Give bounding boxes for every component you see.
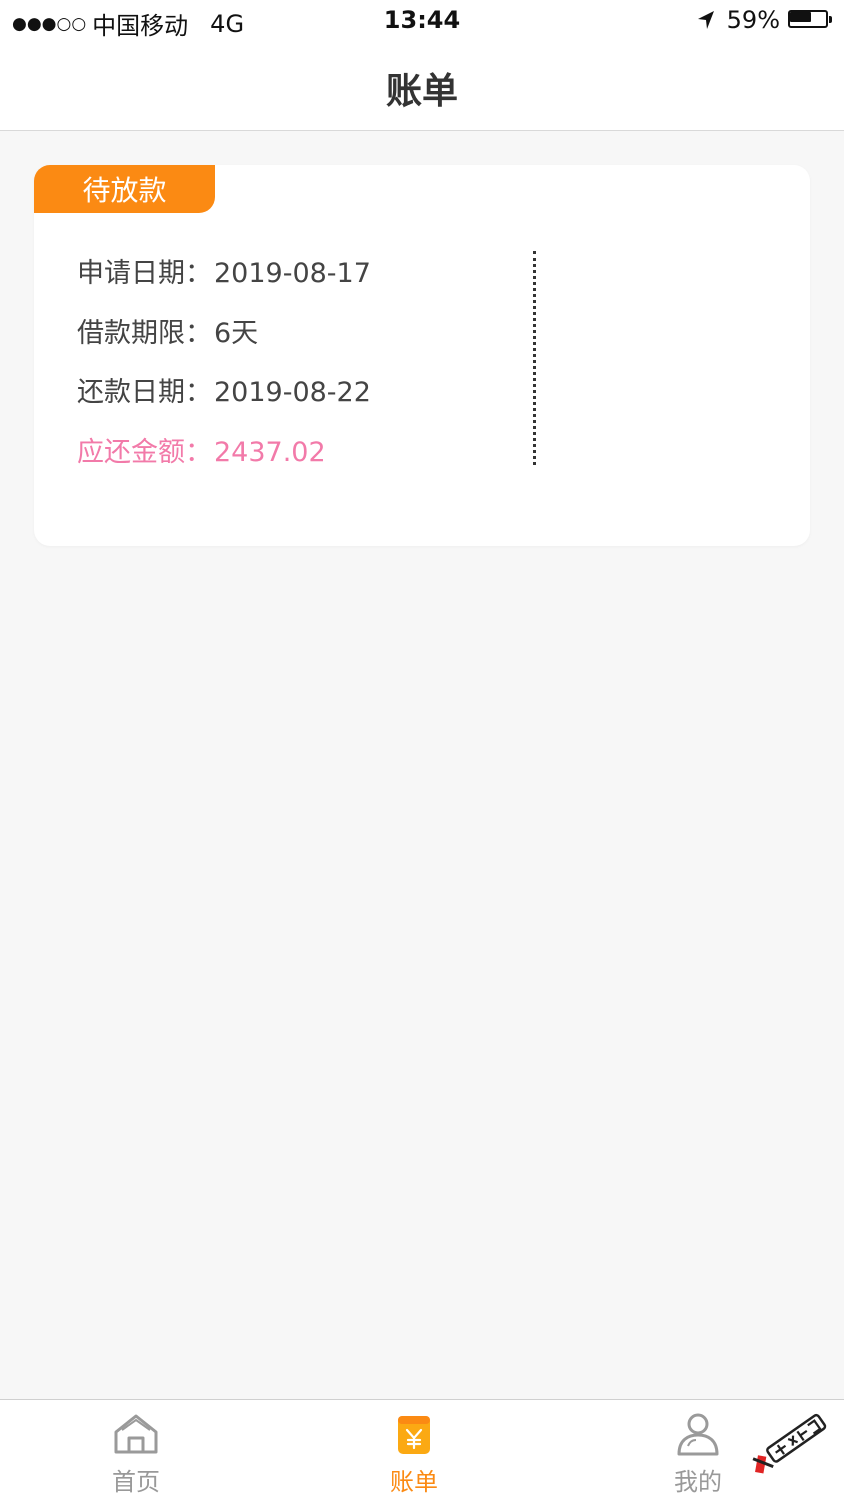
battery-percent: 59% (726, 6, 780, 34)
apply-date-value: 2019-08-17 (214, 258, 371, 289)
due-date-label: 还款日期： (77, 377, 212, 408)
due-date-value: 2019-08-22 (214, 377, 371, 408)
status-badge: 待放款 (34, 165, 215, 213)
tab-bar: 首页 账单 我的 (0, 1399, 844, 1501)
tab-home[interactable]: 首页 (56, 1400, 216, 1501)
navigation-bar: 账单 (0, 44, 844, 131)
tab-bill-label: 账单 (390, 1468, 438, 1496)
community-logo-watermark (752, 1413, 827, 1474)
user-icon (677, 1413, 719, 1456)
status-bar-right: 59% (697, 6, 832, 34)
loan-term-label: 借款期限： (77, 318, 212, 349)
tab-bill[interactable]: 账单 (334, 1400, 494, 1501)
home-icon (114, 1414, 158, 1454)
battery-icon (788, 10, 832, 30)
bill-icon (398, 1416, 430, 1454)
due-date-row: 还款日期：2019-08-22 (77, 370, 371, 409)
dotted-divider (533, 251, 536, 465)
location-arrow-icon (697, 11, 714, 29)
loan-term-value: 6天 (214, 318, 259, 349)
status-bar: ●●●○○ 中国移动 4G 13:44 59% (0, 0, 844, 44)
amount-due-label: 应还金额： (77, 437, 212, 468)
amount-due-value: 2437.02 (214, 437, 326, 468)
amount-due-row: 应还金额：2437.02 (77, 430, 326, 469)
tab-home-label: 首页 (112, 1468, 160, 1496)
apply-date-row: 申请日期：2019-08-17 (77, 251, 371, 290)
loan-term-row: 借款期限：6天 (77, 311, 258, 350)
page-title: 账单 (385, 71, 458, 112)
bill-card[interactable]: 待放款 申请日期：2019-08-17 借款期限：6天 还款日期：2019-08… (34, 165, 810, 546)
apply-date-label: 申请日期： (77, 258, 212, 289)
